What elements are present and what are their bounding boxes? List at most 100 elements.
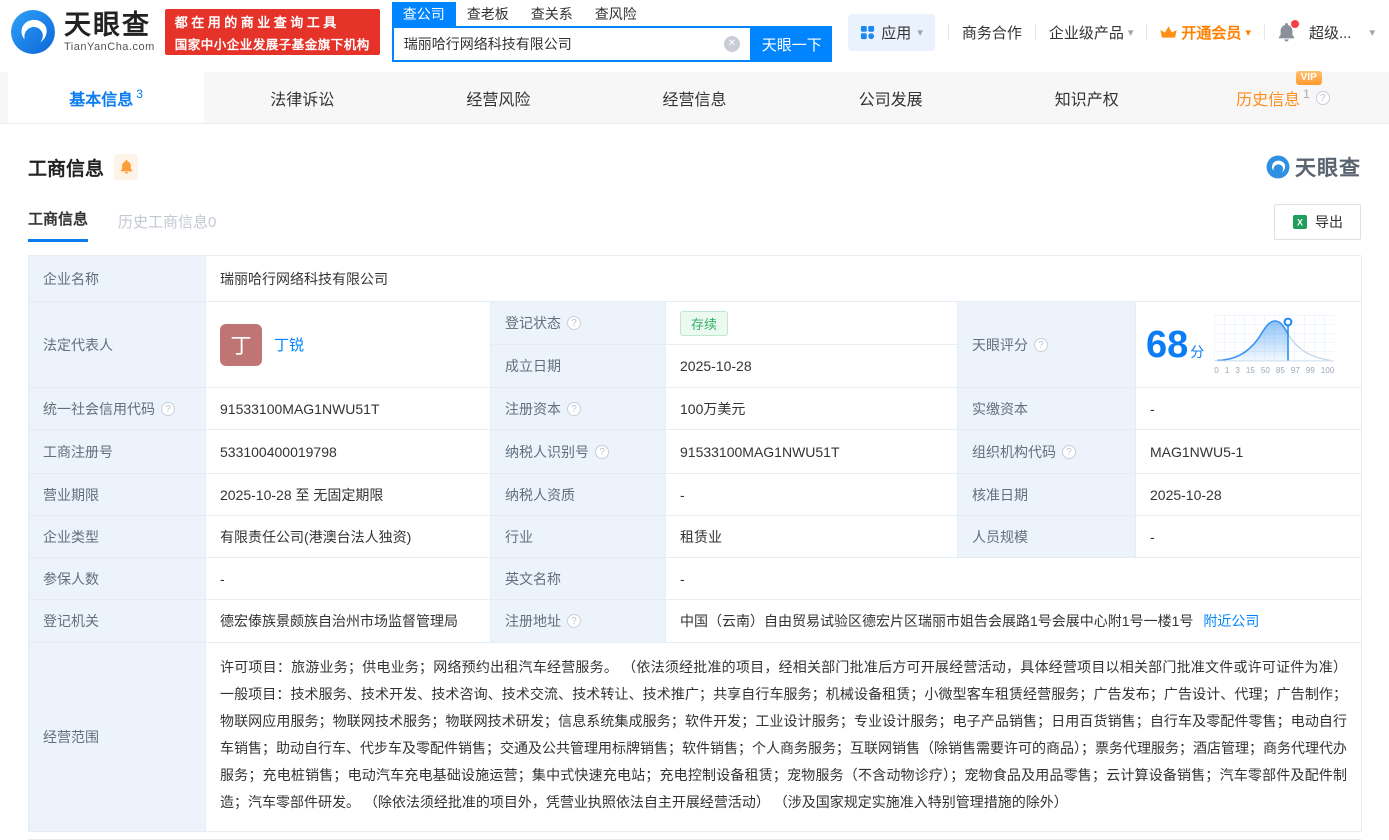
tab-operation-risk[interactable]: 经营风险 <box>400 72 596 123</box>
help-icon[interactable]: ? <box>161 402 175 416</box>
tab-history-info[interactable]: VIP 历史信息 1 ? <box>1185 72 1381 123</box>
promo-line2: 国家中小企业发展子基金旗下机构 <box>175 34 370 53</box>
tab-operation-info[interactable]: 经营信息 <box>596 72 792 123</box>
help-icon[interactable]: ? <box>595 445 609 459</box>
tab-label: 历史信息 <box>1236 86 1300 110</box>
nearby-companies-link[interactable]: 附近公司 <box>1203 611 1259 631</box>
help-icon[interactable]: ? <box>1316 91 1330 105</box>
promo-line1: 都在用的商业查询工具 <box>175 12 370 31</box>
label-est-date: 成立日期 <box>491 345 666 388</box>
search-area: 查公司 查老板 查关系 查风险 ✕ 天眼一下 <box>392 2 832 62</box>
search-tab-relation[interactable]: 查关系 <box>520 2 584 26</box>
value-score: 68 分 <box>1136 302 1362 388</box>
value-org-code: MAG1NWU5-1 <box>1136 430 1362 474</box>
nav-biz-cooperation[interactable]: 商务合作 <box>962 22 1022 43</box>
app-grid-icon <box>860 25 875 40</box>
label-business-term: 营业期限 <box>29 474 206 516</box>
value-reg-authority: 德宏傣族景颇族自治州市场监督管理局 <box>206 600 491 643</box>
label-legal-rep: 法定代表人 <box>29 302 206 388</box>
watermark-text: 天眼查 <box>1295 152 1361 182</box>
tab-label: 基本信息 <box>69 86 133 110</box>
chevron-down-icon: ▾ <box>917 26 923 39</box>
tianyancha-logo[interactable]: 天眼查 TianYanCha.com <box>10 9 155 55</box>
divider <box>1146 24 1147 40</box>
label-reg-authority: 登记机关 <box>29 600 206 643</box>
subtab-history-business-info[interactable]: 历史工商信息0 <box>118 211 216 242</box>
watermark-logo: 天眼查 <box>1266 152 1361 182</box>
help-icon[interactable]: ? <box>567 316 581 330</box>
search-clear-icon[interactable]: ✕ <box>724 36 740 52</box>
field-label-text: 组织机构代码 <box>972 442 1056 462</box>
label-reg-capital: 注册资本 ? <box>491 388 666 430</box>
label-org-code: 组织机构代码 ? <box>958 430 1136 474</box>
score-number: 68 <box>1146 326 1188 364</box>
subscribe-bell-button[interactable] <box>114 154 138 180</box>
chevron-down-icon: ▾ <box>1245 26 1251 39</box>
search-box: ✕ <box>392 26 752 62</box>
nav-enterprise-products[interactable]: 企业级产品 ▾ <box>1049 22 1134 43</box>
logo-domain-text: TianYanCha.com <box>64 42 155 53</box>
value-credit-code: 91533100MAG1NWU51T <box>206 388 491 430</box>
score-axis-ticks: 0131550859799100 <box>1214 366 1334 375</box>
vip-badge: VIP <box>1296 71 1322 85</box>
help-icon[interactable]: ? <box>567 402 581 416</box>
tab-label: 经营信息 <box>662 86 726 110</box>
nav-open-vip[interactable]: 开通会员 ▾ <box>1160 22 1251 43</box>
tab-intellectual-property[interactable]: 知识产权 <box>989 72 1185 123</box>
tab-basic-info[interactable]: 基本信息 3 <box>8 72 204 123</box>
field-label-text: 注册地址 <box>505 611 561 631</box>
value-business-term: 2025-10-28 至 无固定期限 <box>206 474 491 516</box>
apps-button[interactable]: 应用 ▾ <box>848 14 935 51</box>
search-tab-risk[interactable]: 查风险 <box>584 2 648 26</box>
apps-label: 应用 <box>881 22 911 43</box>
help-icon[interactable]: ? <box>1062 445 1076 459</box>
notification-bell-icon[interactable] <box>1278 23 1295 42</box>
tab-company-development[interactable]: 公司发展 <box>793 72 989 123</box>
legal-rep-link[interactable]: 丁锐 <box>274 334 304 355</box>
label-company-type: 企业类型 <box>29 516 206 558</box>
address-text: 中国（云南）自由贸易试验区德宏片区瑞丽市姐告会展路1号会展中心附1号一楼1号 <box>680 611 1193 631</box>
label-reg-status: 登记状态 ? <box>491 302 666 345</box>
search-button[interactable]: 天眼一下 <box>752 26 832 62</box>
label-company-name: 企业名称 <box>29 256 206 302</box>
nav-user-menu[interactable]: 超级... ▾ <box>1309 22 1375 43</box>
value-taxpayer-id: 91533100MAG1NWU51T <box>666 430 958 474</box>
field-label-text: 天眼评分 <box>972 335 1028 355</box>
logo-brand-text: 天眼查 <box>64 12 155 39</box>
score-chart: 0131550859799100 <box>1214 315 1334 375</box>
value-company-type: 有限责任公司(港澳台法人独资) <box>206 516 491 558</box>
tab-count: 1 <box>1303 87 1310 101</box>
label-approval-date: 核准日期 <box>958 474 1136 516</box>
help-icon[interactable]: ? <box>567 614 581 628</box>
subtab-business-info[interactable]: 工商信息 <box>28 208 88 242</box>
label-credit-code: 统一社会信用代码 ? <box>29 388 206 430</box>
field-label-text: 注册资本 <box>505 399 561 419</box>
promo-badge: 都在用的商业查询工具 国家中小企业发展子基金旗下机构 <box>165 9 380 55</box>
chevron-down-icon: ▾ <box>1369 26 1375 39</box>
value-reg-number: 533100400019798 <box>206 430 491 474</box>
search-input[interactable] <box>394 36 724 52</box>
score-unit: 分 <box>1190 342 1204 362</box>
export-button[interactable]: X 导出 <box>1274 204 1361 240</box>
field-label-text: 统一社会信用代码 <box>43 399 155 419</box>
user-label: 超级... <box>1309 22 1352 43</box>
label-staff-size: 人员规模 <box>958 516 1136 558</box>
search-tab-company[interactable]: 查公司 <box>392 2 456 26</box>
tab-legal-litigation[interactable]: 法律诉讼 <box>204 72 400 123</box>
label-taxpayer-qual: 纳税人资质 <box>491 474 666 516</box>
tab-label: 知识产权 <box>1055 86 1119 110</box>
search-tab-boss[interactable]: 查老板 <box>456 2 520 26</box>
label-reg-address: 注册地址 ? <box>491 600 666 643</box>
tab-label: 公司发展 <box>859 86 923 110</box>
crown-icon <box>1160 25 1177 39</box>
legal-rep-avatar[interactable]: 丁 <box>220 324 262 366</box>
help-icon[interactable]: ? <box>1034 338 1048 352</box>
value-reg-address: 中国（云南）自由贸易试验区德宏片区瑞丽市姐告会展路1号会展中心附1号一楼1号 附… <box>666 600 1362 643</box>
main-content: 工商信息 天眼查 工商信息 历史工商信息0 X <box>0 152 1389 840</box>
value-reg-status: 存续 <box>666 302 958 345</box>
excel-icon: X <box>1292 214 1308 230</box>
label-paid-capital: 实缴资本 <box>958 388 1136 430</box>
header: 天眼查 TianYanCha.com 都在用的商业查询工具 国家中小企业发展子基… <box>0 0 1389 64</box>
status-badge: 存续 <box>680 311 728 336</box>
divider <box>1264 24 1265 40</box>
